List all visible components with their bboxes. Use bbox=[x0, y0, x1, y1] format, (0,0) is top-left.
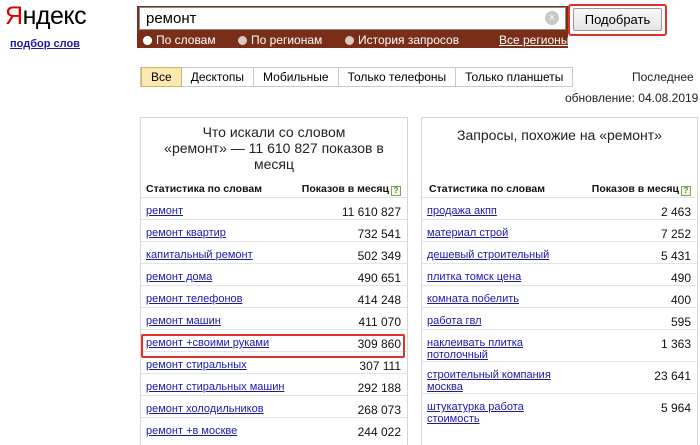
table-row: дешевый строительный 5 431 bbox=[422, 241, 697, 263]
tab-mobile[interactable]: Мобильные bbox=[254, 68, 339, 86]
radio-unselected-icon bbox=[238, 35, 247, 45]
impressions-count: 244 022 bbox=[357, 425, 401, 439]
column-header-count: Показов в месяц? bbox=[592, 183, 691, 196]
column-header-count-label: Показов в месяц bbox=[301, 183, 389, 195]
title-line: месяц bbox=[253, 156, 294, 172]
impressions-count: 400 bbox=[670, 293, 691, 307]
impressions-count: 411 070 bbox=[358, 315, 402, 329]
logo-first-letter: Я bbox=[5, 2, 23, 30]
table-row: строительный компания москва 23 641 bbox=[422, 361, 697, 393]
keyword-link[interactable]: комната побелить bbox=[427, 293, 519, 305]
tab-desktops[interactable]: Десктопы bbox=[181, 68, 255, 86]
keyword-link[interactable]: ремонт +в москве bbox=[146, 425, 237, 437]
keyword-link[interactable]: ремонт стиральных bbox=[146, 359, 247, 371]
table-row: ремонт холодильников 268 073 bbox=[141, 395, 407, 417]
table-row: плитка томск цена 490 bbox=[422, 263, 697, 285]
word-stats-panel: Что искали со словом «ремонт» — 11 610 8… bbox=[140, 117, 408, 445]
keyword-link[interactable]: ремонт холодильников bbox=[146, 403, 264, 415]
device-filter-tabs: Все Десктопы Мобильные Только телефоны Т… bbox=[140, 67, 574, 87]
logo-rest: ндекс bbox=[22, 2, 87, 30]
impressions-count: 23 641 bbox=[654, 369, 691, 383]
radio-label: По словам bbox=[156, 33, 216, 47]
keyword-link[interactable]: ремонт телефонов bbox=[146, 293, 243, 305]
table-row: наклеивать плитка потолочный 1 363 bbox=[422, 329, 697, 361]
table-row: комната побелить 400 bbox=[422, 285, 697, 307]
radio-selected-icon bbox=[143, 35, 152, 45]
tab-all[interactable]: Все bbox=[141, 67, 182, 87]
keyword-link[interactable]: плитка томск цена bbox=[427, 271, 521, 283]
impressions-count: 11 610 827 bbox=[341, 205, 401, 219]
table-row: капитальный ремонт 502 349 bbox=[141, 241, 407, 263]
radio-label: История запросов bbox=[358, 33, 460, 47]
table-row: ремонт стиральных машин 292 188 bbox=[141, 373, 407, 395]
table-row: продажа акпп 2 463 bbox=[422, 197, 697, 219]
table-row: ремонт 11 610 827 bbox=[141, 197, 407, 219]
keyword-link[interactable]: дешевый строительный bbox=[427, 249, 549, 261]
radio-unselected-icon bbox=[345, 35, 354, 45]
table-row: ремонт телефонов 414 248 bbox=[141, 285, 407, 307]
impressions-count: 502 349 bbox=[357, 249, 401, 263]
impressions-count: 292 188 bbox=[357, 381, 401, 395]
keyword-link[interactable]: продажа акпп bbox=[427, 205, 497, 217]
similar-queries-panel: Запросы, похожие на «ремонт» Статистика … bbox=[421, 117, 698, 445]
table-row: ремонт дома 490 651 bbox=[141, 263, 407, 285]
all-regions-link[interactable]: Все регионы bbox=[499, 33, 569, 47]
keyword-link[interactable]: ремонт дома bbox=[146, 271, 212, 283]
impressions-count: 307 111 bbox=[359, 359, 401, 373]
table-row: штукатурка работа стоимость 5 964 bbox=[422, 393, 697, 425]
table-row: ремонт квартир 732 541 bbox=[141, 219, 407, 241]
column-header-count: Показов в месяц? bbox=[302, 183, 401, 196]
panel-title: Что искали со словом «ремонт» — 11 610 8… bbox=[141, 124, 407, 172]
yandex-logo[interactable]: Яндекс bbox=[5, 0, 87, 32]
last-updated-label: Последнее bbox=[632, 70, 694, 84]
impressions-count: 595 bbox=[670, 315, 691, 329]
impressions-count: 490 bbox=[670, 271, 691, 285]
table-row: работа гвл 595 bbox=[422, 307, 697, 329]
table-row: ремонт +в москве 244 022 bbox=[141, 417, 407, 439]
tab-phones-only[interactable]: Только телефоны bbox=[338, 68, 457, 86]
title-line: Что искали со словом bbox=[202, 124, 346, 140]
radio-by-regions[interactable]: По регионам bbox=[238, 33, 322, 47]
wordstat-link[interactable]: подбор слов bbox=[10, 38, 80, 50]
impressions-count: 5 964 bbox=[660, 401, 691, 415]
impressions-count: 268 073 bbox=[357, 403, 401, 417]
search-input[interactable]: ремонт bbox=[139, 7, 566, 30]
submit-button[interactable]: Подобрать bbox=[573, 8, 662, 31]
tab-tablets-only[interactable]: Только планшеты bbox=[456, 68, 573, 86]
table-row: материал строй 7 252 bbox=[422, 219, 697, 241]
keyword-link[interactable]: работа гвл bbox=[427, 315, 482, 327]
column-header-count-label: Показов в месяц bbox=[591, 183, 679, 195]
column-header-keyword: Статистика по словам bbox=[146, 183, 262, 195]
impressions-count: 1 363 bbox=[660, 337, 691, 351]
keyword-link[interactable]: капитальный ремонт bbox=[146, 249, 253, 261]
keyword-link[interactable]: строительный компания москва bbox=[427, 369, 577, 393]
title-line: «ремонт» — 11 610 827 показов в bbox=[164, 140, 384, 156]
keyword-link[interactable]: ремонт квартир bbox=[146, 227, 226, 239]
impressions-count: 2 463 bbox=[660, 205, 691, 219]
keyword-link[interactable]: наклеивать плитка потолочный bbox=[427, 337, 577, 361]
impressions-count: 7 252 bbox=[660, 227, 691, 241]
keyword-link[interactable]: ремонт машин bbox=[146, 315, 221, 327]
table-row: ремонт машин 411 070 bbox=[141, 307, 407, 329]
keyword-link[interactable]: ремонт bbox=[146, 205, 183, 217]
keyword-link[interactable]: ремонт стиральных машин bbox=[146, 381, 284, 393]
impressions-count: 414 248 bbox=[357, 293, 401, 307]
keyword-link[interactable]: материал строй bbox=[427, 227, 508, 239]
row-highlight bbox=[141, 334, 405, 358]
panel-title: Запросы, похожие на «ремонт» bbox=[457, 127, 662, 143]
help-icon[interactable]: ? bbox=[681, 186, 691, 196]
impressions-count: 5 431 bbox=[660, 249, 691, 263]
clear-icon[interactable]: × bbox=[545, 11, 559, 25]
help-icon[interactable]: ? bbox=[391, 186, 401, 196]
radio-by-words[interactable]: По словам bbox=[143, 33, 216, 47]
impressions-count: 732 541 bbox=[357, 227, 401, 241]
radio-history[interactable]: История запросов bbox=[345, 33, 459, 47]
last-updated-date: обновление: 04.08.2019 bbox=[565, 91, 699, 105]
column-header-keyword: Статистика по словам bbox=[429, 183, 545, 195]
radio-label: По регионам bbox=[251, 33, 323, 47]
keyword-link[interactable]: штукатурка работа стоимость bbox=[427, 401, 577, 425]
impressions-count: 490 651 bbox=[357, 271, 401, 285]
